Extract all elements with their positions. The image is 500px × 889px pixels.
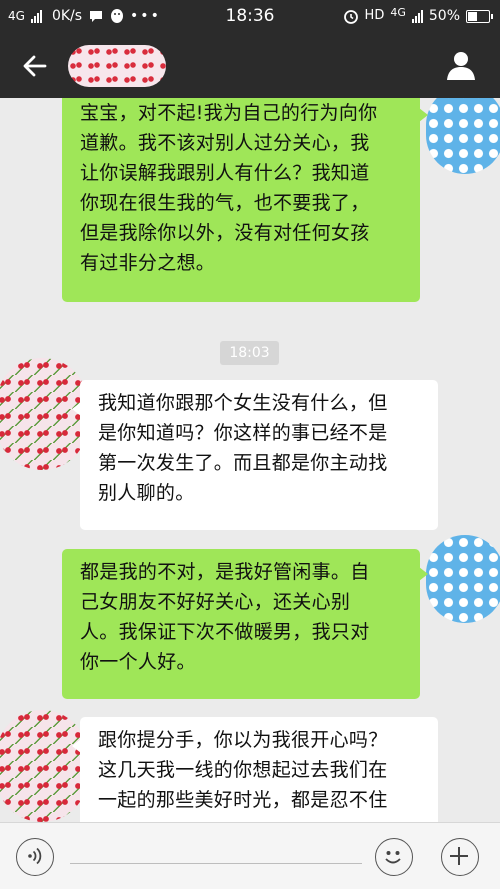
emoji-icon [385, 851, 401, 864]
emoji-button[interactable] [375, 838, 413, 876]
message-outgoing[interactable]: 宝宝，对不起!我为自己的行为向你 道歉。我不该对别人过分关心，我 让你误解我跟别… [62, 98, 428, 302]
contact-avatar[interactable] [0, 710, 88, 822]
message-incoming[interactable]: 跟你提分手，你以为我很开心吗？ 这几天我一线的你想起过去我们在 一起的那些美好时… [72, 717, 438, 822]
person-icon [447, 52, 475, 80]
voice-button[interactable] [16, 838, 54, 876]
status-bar: 4G 0K/s ••• 18:36 HD 4G 50% [0, 0, 500, 32]
my-avatar[interactable] [426, 98, 500, 174]
hd-indicator: HD [364, 8, 385, 23]
message-input[interactable] [70, 863, 362, 864]
chat-header [0, 32, 500, 98]
message-outgoing[interactable]: 都是我的不对，是我好管闲事。自 己女朋友不好好关心，还关心别 人。我保证下次不做… [62, 549, 428, 699]
back-button[interactable] [18, 49, 52, 83]
input-bar [0, 822, 500, 889]
network-type-right: 4G [390, 6, 406, 19]
alarm-icon [343, 10, 358, 24]
my-avatar[interactable] [426, 535, 500, 623]
plus-icon [450, 847, 468, 865]
message-incoming[interactable]: 我知道你跟那个女生没有什么，但 是你知道吗？你这样的事已经不是 第一次发生了。而… [72, 380, 438, 530]
voice-icon [28, 847, 42, 865]
signal-icon-right [411, 9, 423, 23]
plus-button[interactable] [441, 838, 479, 876]
message-timestamp: 18:03 [220, 341, 279, 365]
chat-area[interactable]: 宝宝，对不起!我为自己的行为向你 道歉。我不该对别人过分关心，我 让你误解我跟别… [0, 98, 500, 822]
battery-percent: 50% [428, 8, 460, 24]
arrow-left-icon [23, 55, 47, 77]
profile-button[interactable] [444, 48, 478, 82]
contact-name-redacted [68, 45, 166, 87]
battery-icon [466, 9, 493, 23]
status-right: HD 4G 50% [343, 6, 493, 24]
